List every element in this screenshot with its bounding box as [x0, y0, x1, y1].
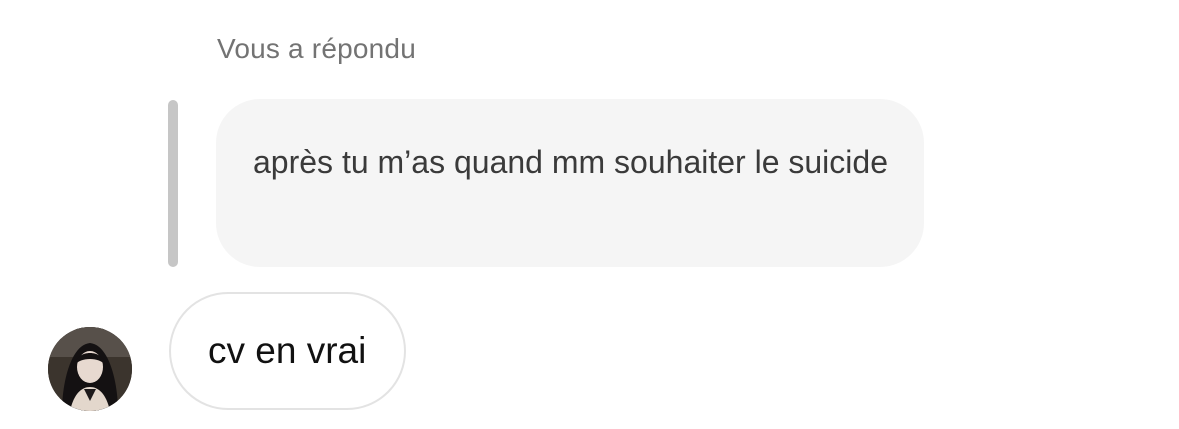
- sender-avatar[interactable]: [48, 327, 132, 411]
- message-bubble[interactable]: cv en vrai: [169, 292, 407, 410]
- quote-indicator-bar: [168, 100, 178, 267]
- quoted-message-bubble[interactable]: après tu m’as quand mm souhaiter le suic…: [216, 99, 924, 267]
- message-text: cv en vrai: [208, 330, 367, 371]
- reply-label: Vous a répondu: [217, 33, 416, 64]
- profile-photo-icon: [48, 327, 132, 411]
